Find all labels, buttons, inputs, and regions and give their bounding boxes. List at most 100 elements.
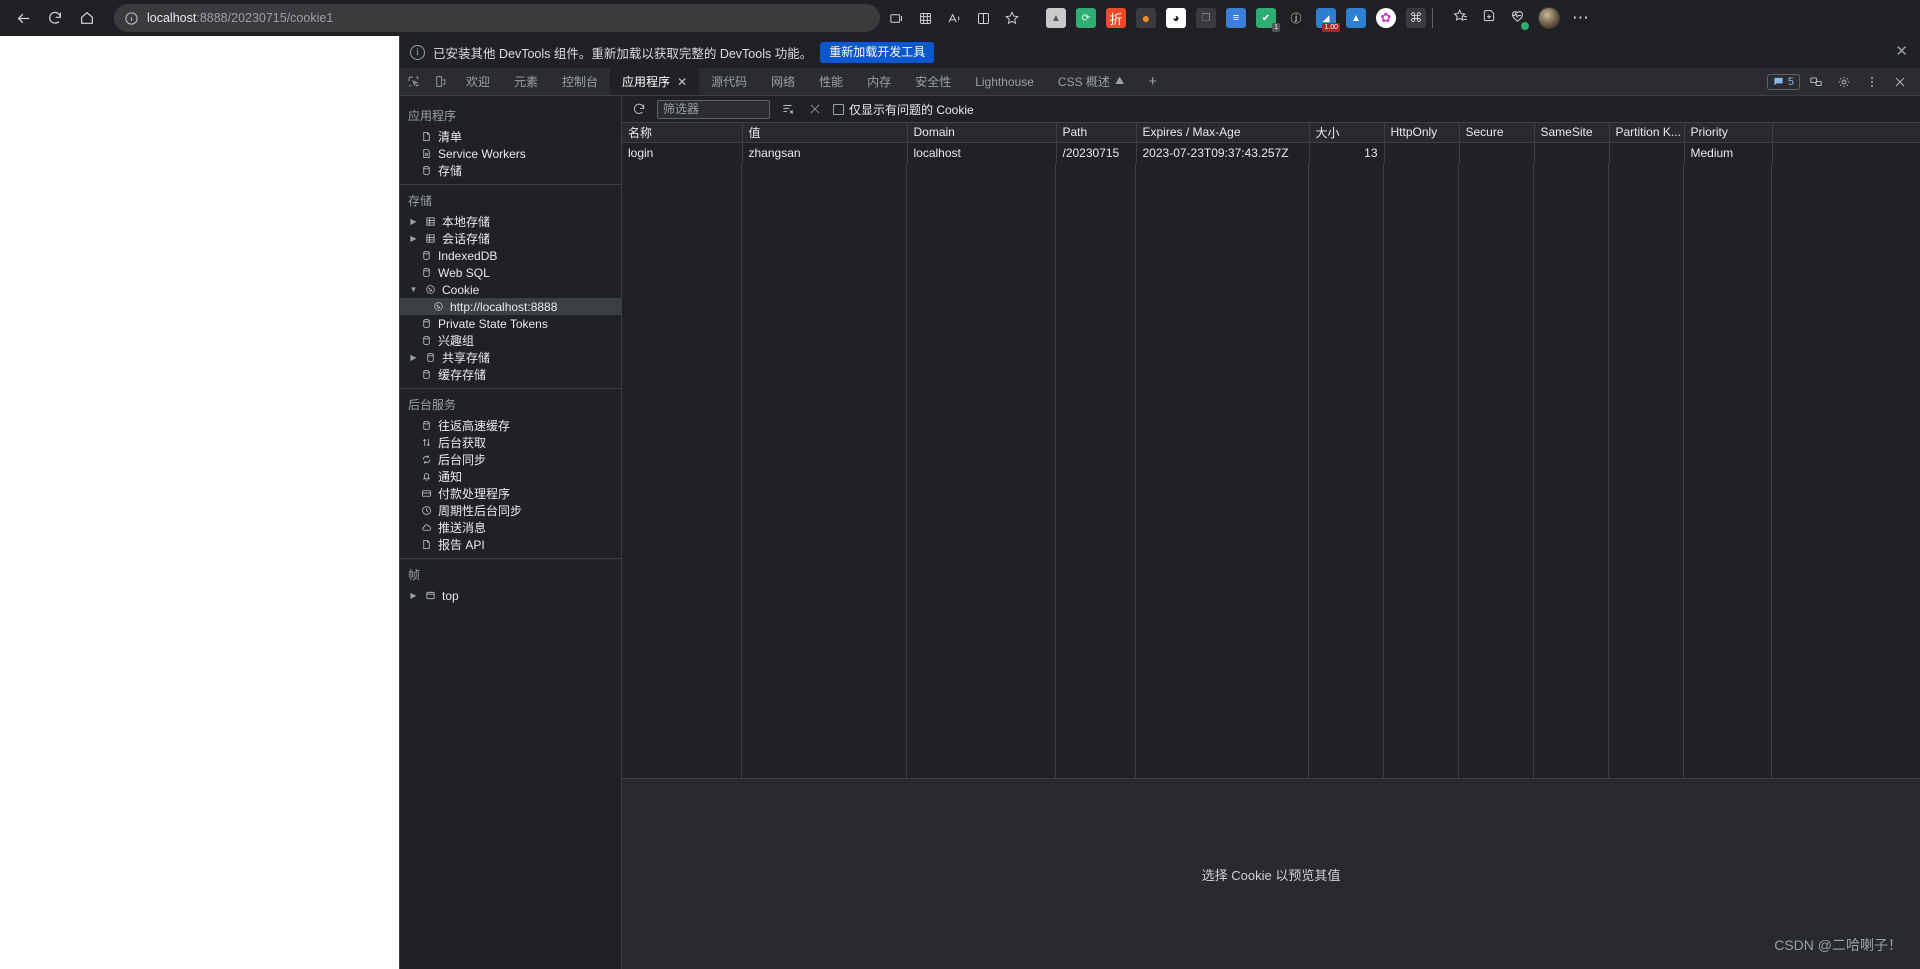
- tab-memory[interactable]: 内存: [855, 68, 903, 95]
- col-httponly[interactable]: HttpOnly: [1384, 123, 1460, 143]
- tab-application[interactable]: 应用程序 ✕: [610, 68, 700, 95]
- address-bar[interactable]: localhost:8888/20230715/cookie1: [114, 4, 880, 32]
- col-secure[interactable]: Secure: [1459, 123, 1535, 143]
- copy-extension-icon[interactable]: ❐: [1196, 8, 1216, 28]
- tab-console[interactable]: 控制台: [550, 68, 610, 95]
- sidebar-item-indexeddb[interactable]: IndexedDB: [400, 247, 621, 264]
- shield-extension-icon[interactable]: ✔ 1: [1256, 8, 1280, 32]
- device-toolbar-icon[interactable]: [427, 68, 454, 95]
- tab-sources[interactable]: 源代码: [699, 68, 759, 95]
- reload-button[interactable]: [40, 3, 70, 33]
- table-row[interactable]: login zhangsan localhost /20230715 2023-…: [622, 142, 1920, 163]
- cell-size[interactable]: 13: [1309, 142, 1385, 163]
- sidebar-item-private-state-tokens[interactable]: Private State Tokens: [400, 315, 621, 332]
- close-devtools-icon[interactable]: [1888, 72, 1912, 92]
- read-aloud-icon[interactable]: [944, 8, 964, 28]
- checkbox-box[interactable]: [833, 103, 844, 115]
- back-button[interactable]: [8, 3, 38, 33]
- devices-icon[interactable]: [1804, 72, 1828, 92]
- issues-counter[interactable]: 5: [1766, 73, 1800, 90]
- orange-drop-extension-icon[interactable]: ●: [1136, 8, 1156, 28]
- sidebar-item-service-workers[interactable]: Service Workers: [400, 145, 621, 162]
- settings-gear-icon[interactable]: [1832, 72, 1856, 92]
- layers-extension-icon[interactable]: ▲: [1346, 8, 1366, 28]
- tab-performance[interactable]: 性能: [807, 68, 855, 95]
- col-name[interactable]: 名称: [622, 123, 743, 143]
- col-priority[interactable]: Priority: [1684, 123, 1773, 143]
- tab-security[interactable]: 安全性: [903, 68, 963, 95]
- image-extension-icon[interactable]: ▲: [1046, 8, 1066, 28]
- chevron-right-icon[interactable]: ▶: [408, 349, 419, 366]
- cell-value[interactable]: zhangsan: [742, 142, 908, 163]
- close-tab-icon[interactable]: ✕: [677, 75, 687, 89]
- cell-expires[interactable]: 2023-07-23T09:37:43.257Z: [1136, 142, 1310, 163]
- puzzle-extensions-icon[interactable]: ⌘: [1406, 8, 1426, 28]
- cell-path[interactable]: /20230715: [1056, 142, 1137, 163]
- chevron-right-icon[interactable]: ▶: [408, 230, 419, 247]
- clear-all-cookies-icon[interactable]: [806, 100, 824, 118]
- sidebar-item-periodic-background-sync[interactable]: 周期性后台同步: [400, 502, 621, 519]
- split-pane-icon[interactable]: [973, 8, 993, 28]
- sidebar-item-reporting-api[interactable]: 报告 API: [400, 536, 621, 553]
- col-value[interactable]: 值: [742, 123, 908, 143]
- clear-filter-icon[interactable]: [779, 100, 797, 118]
- cookie-filter-input[interactable]: [657, 99, 770, 119]
- chevron-right-icon[interactable]: ▶: [408, 587, 419, 604]
- sidebar-item-background-fetch[interactable]: 后台获取: [400, 434, 621, 451]
- sidebar-item-frame-top[interactable]: ▶ top: [400, 587, 621, 604]
- col-path[interactable]: Path: [1056, 123, 1137, 143]
- settings-more-icon[interactable]: ⋯: [1572, 8, 1589, 28]
- discount-extension-icon[interactable]: 折: [1106, 8, 1126, 28]
- refresh-icon[interactable]: [630, 100, 648, 118]
- add-collection-icon[interactable]: [1481, 8, 1497, 29]
- col-expires[interactable]: Expires / Max-Age: [1136, 123, 1310, 143]
- sidebar-item-interest-groups[interactable]: 兴趣组: [400, 332, 621, 349]
- sidebar-item-storage[interactable]: 存储: [400, 162, 621, 179]
- col-partition-key[interactable]: Partition K...: [1609, 123, 1685, 143]
- only-problematic-cookies-checkbox[interactable]: 仅显示有问题的 Cookie: [833, 101, 974, 118]
- sidebar-item-web-sql[interactable]: Web SQL: [400, 264, 621, 281]
- cell-secure[interactable]: [1459, 142, 1535, 163]
- col-domain[interactable]: Domain: [907, 123, 1057, 143]
- sidebar-item-session-storage[interactable]: ▶ 会话存储: [400, 230, 621, 247]
- col-samesite[interactable]: SameSite: [1534, 123, 1610, 143]
- translate-extension-icon[interactable]: ≡: [1226, 8, 1246, 28]
- inspect-element-icon[interactable]: [400, 68, 427, 95]
- version-extension-icon[interactable]: ◢ 1.00: [1316, 8, 1340, 32]
- tab-lighthouse[interactable]: Lighthouse: [963, 68, 1046, 95]
- sidebar-item-cache-storage[interactable]: 缓存存储: [400, 366, 621, 383]
- add-panel-icon[interactable]: +: [1136, 68, 1169, 95]
- panda-extension-icon[interactable]: ◕: [1166, 8, 1186, 28]
- reload-devtools-button[interactable]: 重新加载开发工具: [820, 41, 935, 63]
- tab-network[interactable]: 网络: [759, 68, 807, 95]
- profile-avatar[interactable]: [1538, 7, 1560, 29]
- sidebar-item-cookie[interactable]: ▼ Cookie: [400, 281, 621, 298]
- copilot-extension-icon[interactable]: ✿: [1376, 8, 1396, 28]
- sidebar-item-notifications[interactable]: 通知: [400, 468, 621, 485]
- favorite-star-icon[interactable]: [1002, 8, 1022, 28]
- sidebar-item-manifest[interactable]: 清单: [400, 128, 621, 145]
- col-size[interactable]: 大小: [1309, 123, 1385, 143]
- performance-heart-icon[interactable]: [1509, 7, 1529, 30]
- cell-httponly[interactable]: [1384, 142, 1460, 163]
- cell-priority[interactable]: Medium: [1684, 142, 1773, 163]
- more-options-icon[interactable]: [1860, 72, 1884, 92]
- tab-css-overview[interactable]: CSS 概述 ⛰: [1046, 68, 1136, 95]
- chevron-down-icon[interactable]: ▼: [408, 281, 419, 298]
- tab-elements[interactable]: 元素: [502, 68, 550, 95]
- sidebar-item-background-sync[interactable]: 后台同步: [400, 451, 621, 468]
- home-button[interactable]: [72, 3, 102, 33]
- green-refresh-extension-icon[interactable]: ⟳: [1076, 8, 1096, 28]
- favorites-icon[interactable]: [1453, 8, 1469, 29]
- sidebar-item-local-storage[interactable]: ▶ 本地存储: [400, 213, 621, 230]
- sidebar-item-shared-storage[interactable]: ▶ 共享存储: [400, 349, 621, 366]
- cell-name[interactable]: login: [622, 142, 743, 163]
- cell-samesite[interactable]: [1534, 142, 1610, 163]
- sidebar-item-cookie-origin[interactable]: http://localhost:8888: [400, 298, 621, 315]
- chevron-right-icon[interactable]: ▶: [408, 213, 419, 230]
- sidebar-item-push-messaging[interactable]: 推送消息: [400, 519, 621, 536]
- sidebar-item-back-forward-cache[interactable]: 往返高速缓存: [400, 417, 621, 434]
- banner-close-icon[interactable]: ✕: [1895, 44, 1908, 59]
- split-screen-icon[interactable]: [886, 8, 906, 28]
- site-info-icon[interactable]: [124, 11, 139, 26]
